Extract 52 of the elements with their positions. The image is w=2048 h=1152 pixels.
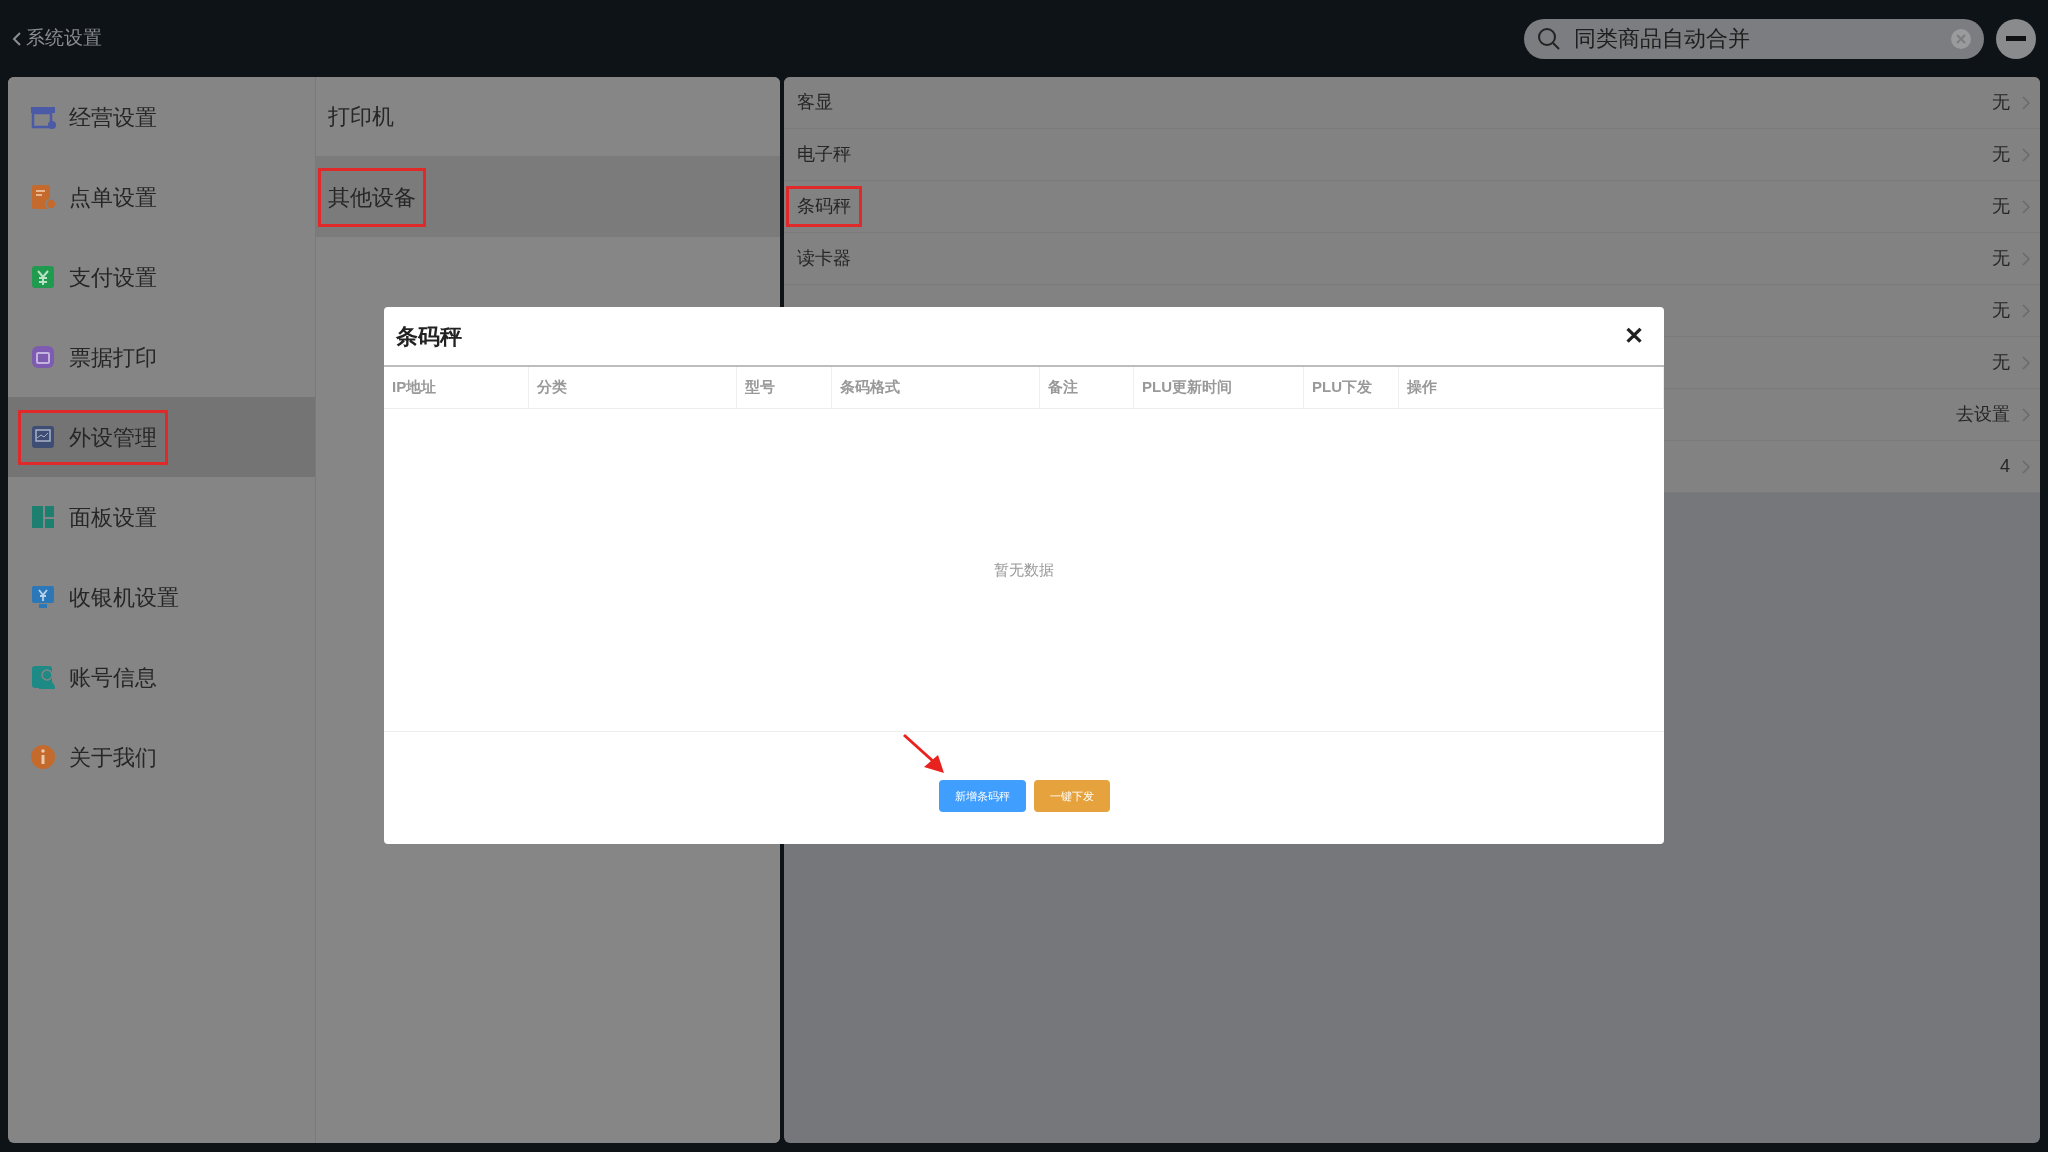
chevron-icon[interactable] bbox=[2022, 407, 2030, 422]
chevron-icon[interactable] bbox=[2022, 303, 2030, 318]
column-header: 条码格式 bbox=[840, 377, 900, 398]
device-value: 4 bbox=[2000, 455, 2010, 478]
search-input[interactable]: 同类商品自动合并 bbox=[1574, 22, 1938, 55]
search-field[interactable]: 同类商品自动合并 bbox=[1524, 18, 1984, 59]
device-value: 无 bbox=[1992, 247, 2010, 270]
dialog-title: 条码秤 bbox=[396, 322, 462, 351]
device-value: 无 bbox=[1992, 351, 2010, 374]
column-header: PLU下发 bbox=[1312, 377, 1372, 398]
column-header: 分类 bbox=[537, 377, 567, 398]
device-value: 无 bbox=[1992, 143, 2010, 166]
minimize-button[interactable] bbox=[1996, 18, 2036, 59]
chevron-icon[interactable] bbox=[2022, 251, 2030, 266]
add-button[interactable]: 新增条码秤 bbox=[938, 780, 1026, 812]
chevron-icon[interactable] bbox=[2022, 355, 2030, 370]
back-button[interactable]: 系统设置 bbox=[12, 24, 102, 53]
chevron-icon[interactable] bbox=[2022, 459, 2030, 474]
device-value: 无 bbox=[1992, 91, 2010, 114]
minus-icon bbox=[2006, 35, 2026, 42]
column-header: PLU更新时间 bbox=[1142, 377, 1232, 398]
back-icon bbox=[12, 30, 22, 47]
column-header: 备注 bbox=[1048, 377, 1078, 398]
clear-icon[interactable] bbox=[1950, 27, 1972, 50]
device-value: 去设置 bbox=[1956, 403, 2010, 426]
column-header: 操作 bbox=[1407, 377, 1437, 398]
sidebar-item[interactable]: 外设管理 bbox=[8, 397, 315, 477]
search-icon bbox=[1536, 25, 1562, 52]
monitor-icon bbox=[29, 423, 57, 451]
close-button[interactable]: ✕ bbox=[1616, 318, 1652, 354]
yuan-icon bbox=[29, 263, 57, 291]
pointer-arrow bbox=[902, 733, 946, 775]
info-icon bbox=[29, 743, 57, 771]
column-header: IP地址 bbox=[392, 377, 437, 398]
order-icon bbox=[29, 183, 57, 211]
device-label[interactable]: 读卡器 bbox=[786, 238, 862, 279]
device-value: 无 bbox=[1992, 299, 2010, 322]
empty-message: 暂无数据 bbox=[994, 559, 1054, 580]
device-label[interactable]: 电子秤 bbox=[786, 134, 862, 175]
device-value: 无 bbox=[1992, 195, 2010, 218]
cashier-icon bbox=[29, 583, 57, 611]
chevron-icon[interactable] bbox=[2022, 95, 2030, 110]
device-label[interactable]: 客显 bbox=[786, 82, 844, 123]
chevron-icon[interactable] bbox=[2022, 147, 2030, 162]
chevron-icon[interactable] bbox=[2022, 199, 2030, 214]
device-label[interactable]: 条码秤 bbox=[786, 186, 862, 227]
send-button[interactable]: 一键下发 bbox=[1033, 780, 1110, 812]
column-header: 型号 bbox=[745, 377, 775, 398]
category-item[interactable]: 其他设备 bbox=[316, 157, 780, 237]
panel-icon bbox=[29, 503, 57, 531]
printer-icon bbox=[29, 343, 57, 371]
account-icon bbox=[29, 663, 57, 691]
